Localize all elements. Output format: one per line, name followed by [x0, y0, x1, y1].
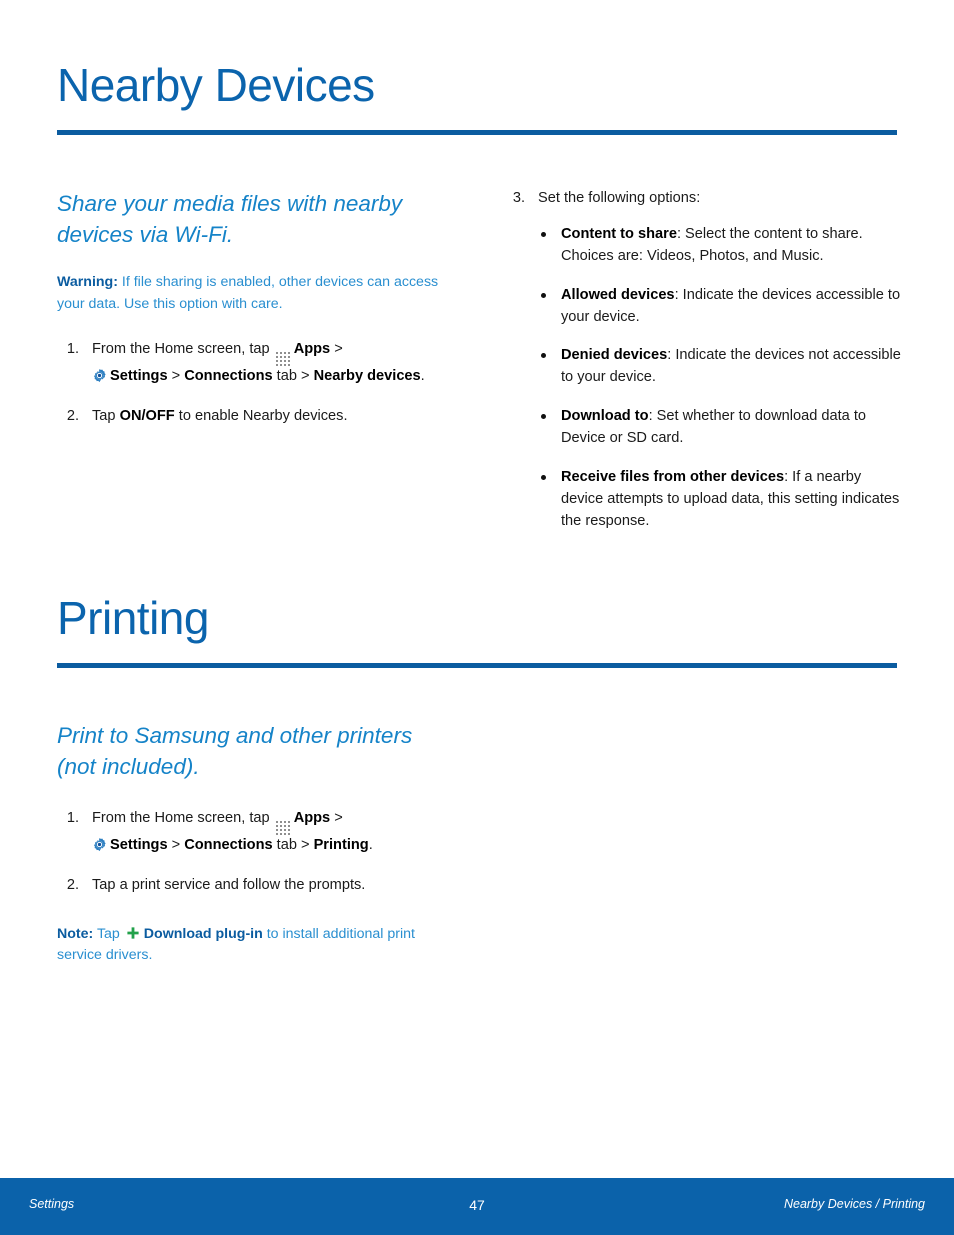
option-label: Receive files from other devices: [561, 469, 785, 486]
step-text: Tap a print service and follow the promp…: [92, 876, 366, 893]
note-text-pre: Tap: [93, 925, 124, 942]
connections-tab-label: Connections: [184, 837, 273, 854]
note-callout: Note: Tap Download plug-in to install ad…: [57, 924, 447, 967]
step-text-post: to enable Nearby devices.: [174, 408, 348, 425]
step-sep-1: >: [330, 341, 343, 358]
bullet-dot: [541, 475, 546, 481]
plus-icon: [127, 927, 139, 939]
step-item: 3. Set the following options: Content to …: [503, 188, 903, 533]
option-label: Download to: [561, 408, 649, 425]
list-item: Content to share: Select the content to …: [538, 224, 903, 268]
apps-label: Apps: [293, 341, 331, 358]
step-text-pre: From the Home screen, tap: [92, 810, 274, 827]
onoff-label: ON/OFF: [119, 408, 175, 425]
settings-label: Settings: [110, 368, 168, 385]
bullet-dot: [541, 231, 546, 237]
nearby-devices-label: Nearby devices: [313, 368, 421, 385]
step-sep-2: >: [167, 837, 185, 854]
step-item: 1. From the Home screen, tap Apps > Setti…: [57, 808, 447, 857]
bullet-dot: [541, 414, 546, 420]
gear-icon: [94, 838, 106, 852]
section-header-nearby-devices: Nearby Devices: [57, 62, 897, 135]
heading-rule: [57, 130, 897, 135]
option-label: Allowed devices: [561, 286, 675, 303]
option-label: Denied devices: [561, 347, 668, 364]
column-left: Print to Samsung and other printers (not…: [57, 720, 447, 967]
apps-grid-icon: [275, 821, 290, 836]
document-page: Nearby Devices Share your media files wi…: [0, 0, 954, 1235]
step-text-pre: Tap: [92, 408, 120, 425]
section-header-printing: Printing: [57, 595, 897, 668]
page-footer: Settings 47 Nearby Devices / Printing: [0, 1178, 954, 1235]
page-title-nearby-devices: Nearby Devices: [57, 59, 375, 111]
warning-callout: Warning: If file sharing is enabled, oth…: [57, 272, 447, 315]
apps-label: Apps: [293, 810, 331, 827]
step-sep-1: >: [330, 810, 343, 827]
subheading-printing: Print to Samsung and other printers (not…: [57, 723, 413, 780]
subheading-nearby-devices: Share your media files with nearby devic…: [57, 191, 403, 248]
step-item: 1. From the Home screen, tap Apps > Setti…: [57, 339, 447, 388]
step-number: 1.: [66, 810, 79, 827]
steps-list-options: 3. Set the following options: Content to …: [503, 188, 903, 533]
page-title-printing: Printing: [57, 592, 209, 644]
list-item: Denied devices: Indicate the devices not…: [538, 345, 903, 389]
list-item: Receive files from other devices: If a n…: [538, 467, 903, 533]
step-number: 2.: [66, 408, 79, 425]
note-label: Note:: [57, 925, 94, 942]
footer-right-label: Nearby Devices / Printing: [783, 1197, 925, 1211]
step-number: 2.: [66, 876, 79, 893]
column-left: Share your media files with nearby devic…: [57, 188, 447, 428]
step-text-pre: From the Home screen, tap: [92, 341, 274, 358]
list-item: Download to: Set whether to download dat…: [538, 406, 903, 450]
option-label: Content to share: [561, 225, 677, 242]
step-period: .: [420, 368, 425, 385]
step-number: 3.: [512, 190, 525, 206]
step-number: 1.: [66, 341, 79, 358]
step-text: Set the following options:: [538, 190, 701, 206]
options-bullet-list: Content to share: Select the content to …: [538, 224, 903, 533]
connections-tab-label: Connections: [184, 368, 273, 385]
download-plugin-link[interactable]: Download plug-in: [144, 926, 263, 942]
step-item: 2. Tap a print service and follow the pro…: [57, 875, 447, 897]
bullet-dot: [541, 292, 546, 298]
heading-rule: [57, 663, 897, 668]
step-sep-3: tab >: [272, 368, 314, 385]
printing-label: Printing: [313, 837, 369, 854]
list-item: Allowed devices: Indicate the devices ac…: [538, 285, 903, 329]
apps-grid-icon: [275, 352, 290, 367]
bullet-dot: [541, 353, 546, 359]
step-period: .: [368, 837, 373, 854]
step-item: 2. Tap ON/OFF to enable Nearby devices.: [57, 406, 447, 428]
step-sep-2: >: [167, 368, 185, 385]
steps-list-printing: 1. From the Home screen, tap Apps > Setti…: [57, 808, 447, 897]
steps-list-nearby-devices: 1. From the Home screen, tap Apps > Setti…: [57, 339, 447, 428]
warning-label: Warning:: [57, 274, 118, 291]
step-sep-3: tab >: [272, 837, 314, 854]
gear-icon: [94, 369, 106, 383]
settings-label: Settings: [110, 837, 168, 854]
column-right: 3. Set the following options: Content to …: [503, 188, 903, 533]
